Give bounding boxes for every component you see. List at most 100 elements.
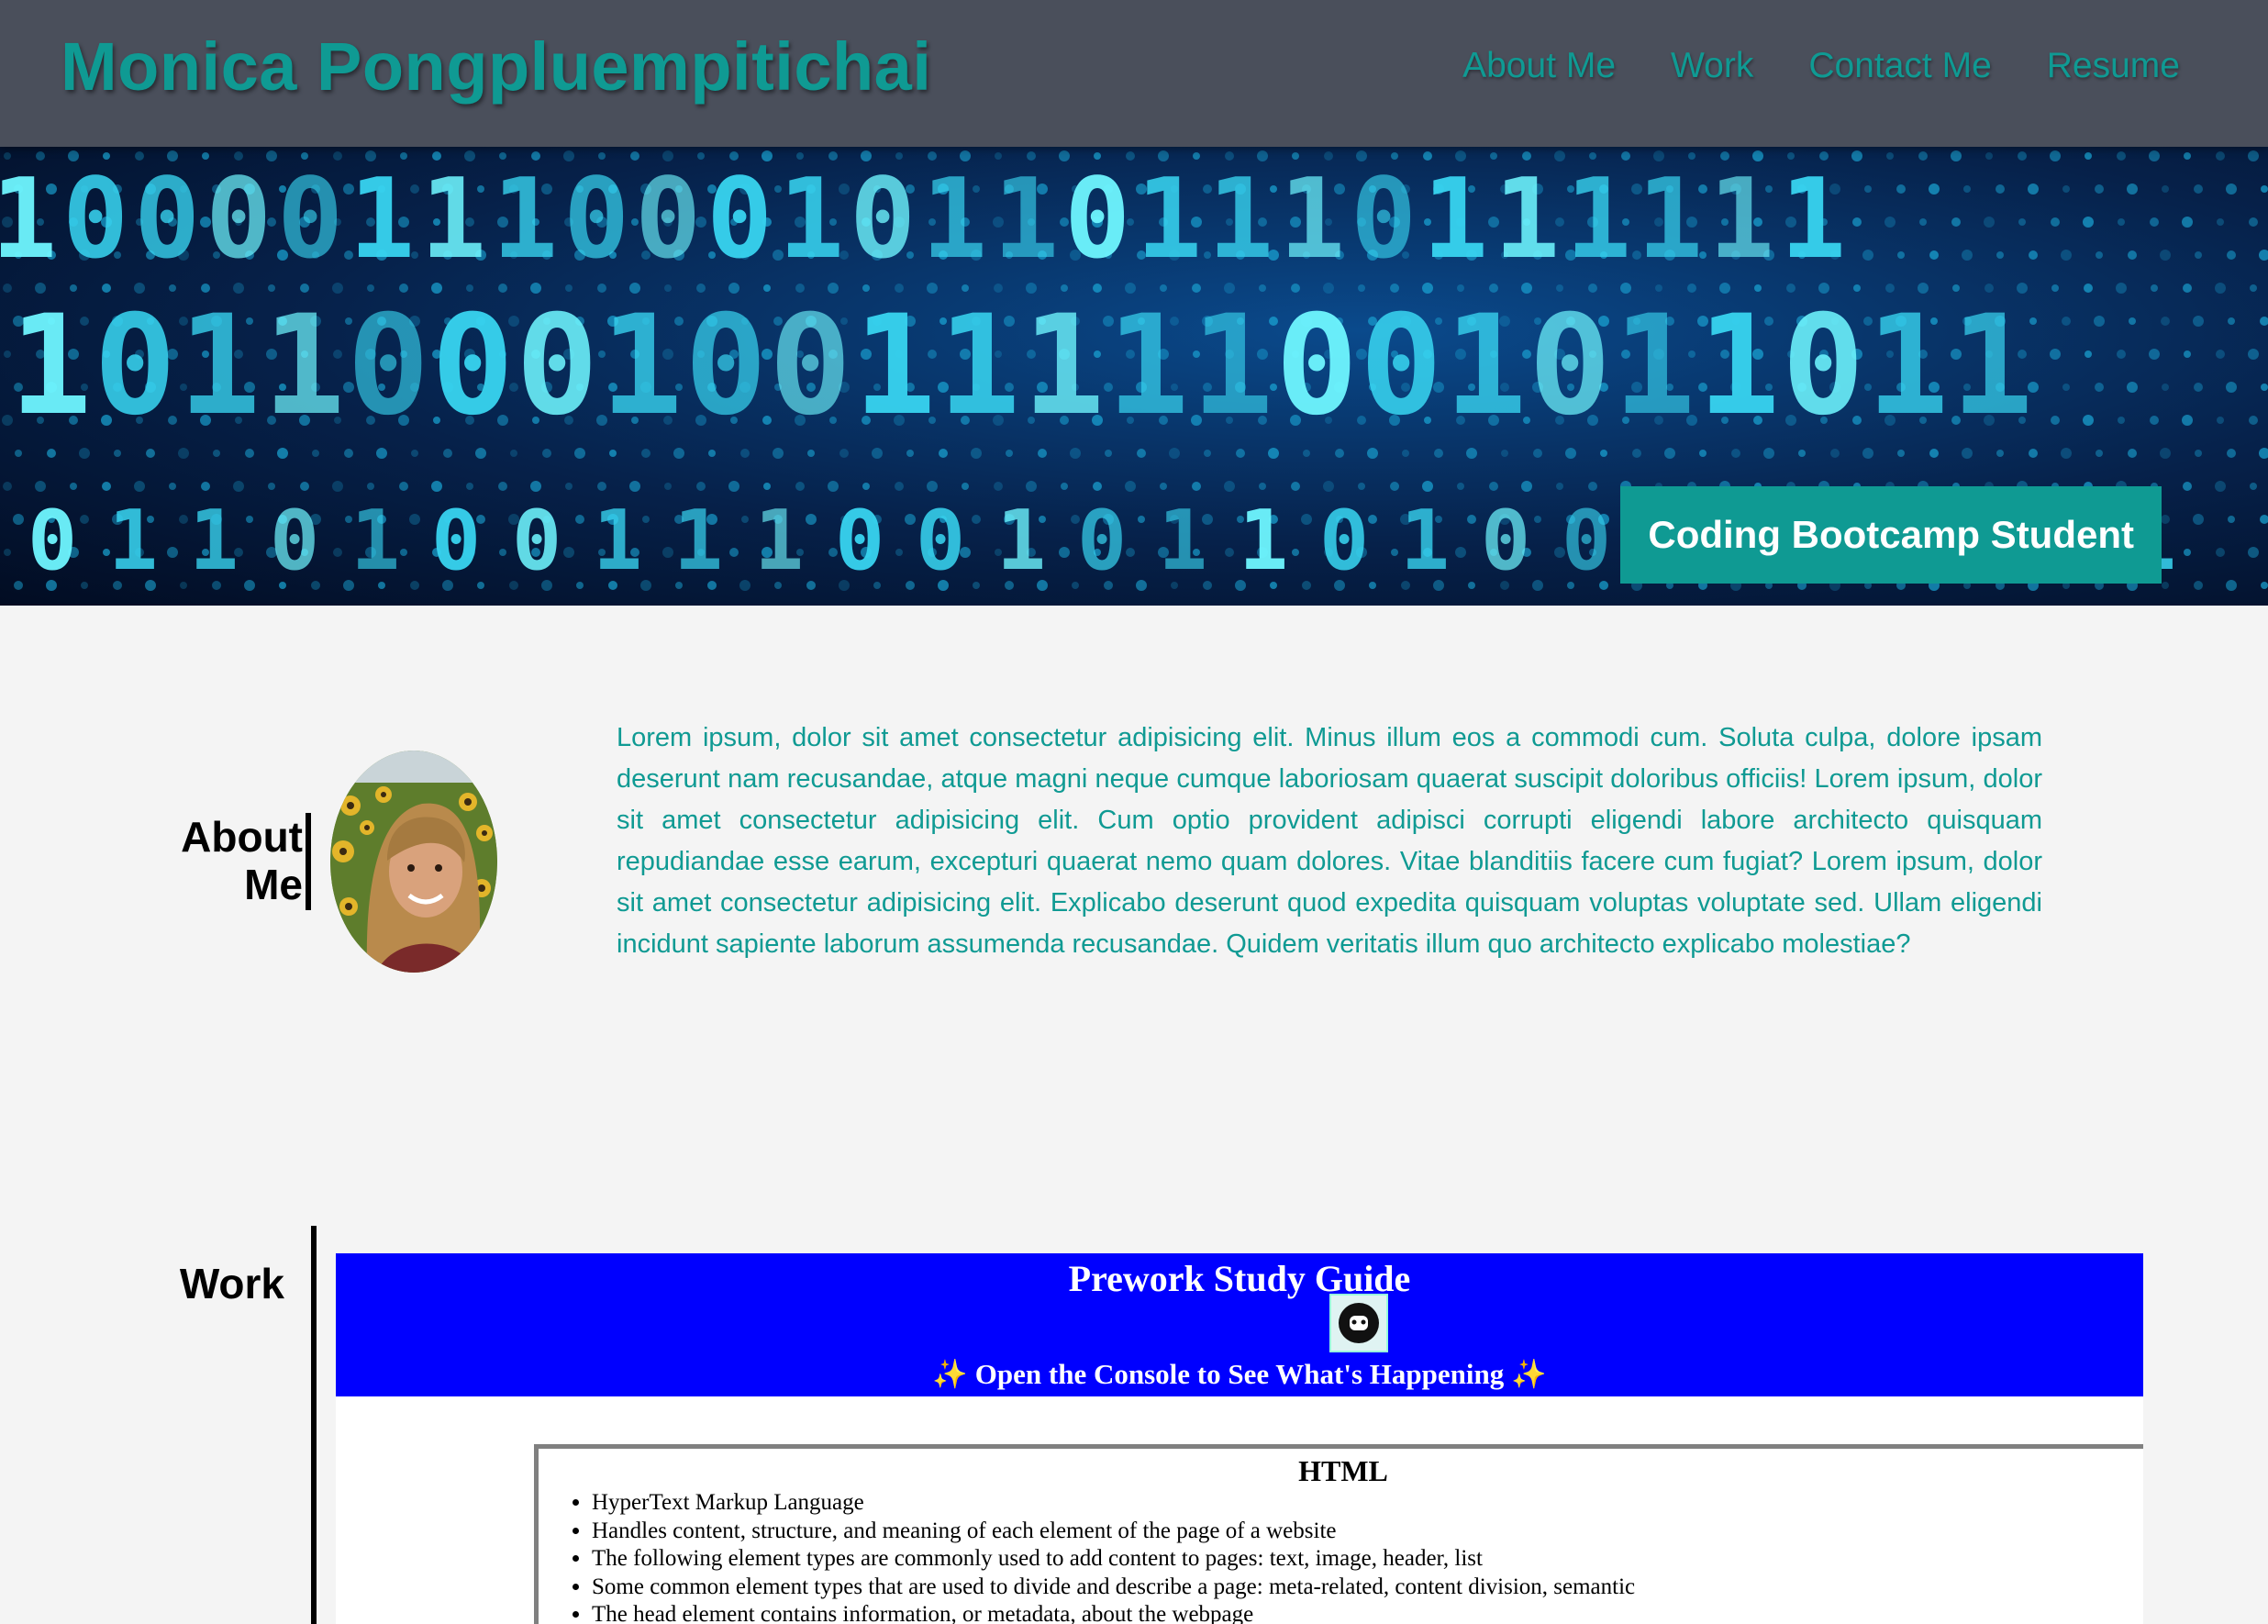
svg-text:1: 1 [938,286,1020,446]
svg-text:0: 0 [769,286,851,446]
svg-text:0: 0 [1782,286,1864,446]
svg-text:0: 0 [431,493,481,589]
list-item: The following element types are commonly… [592,1545,1635,1574]
list-item: The head element contains information, o… [592,1601,1635,1624]
svg-text:1: 1 [1780,156,1846,284]
svg-text:0: 0 [1319,493,1369,589]
svg-text:1: 1 [600,286,683,446]
hero-banner: 1000011100010110111011111110110001001111… [0,147,2268,606]
svg-text:1: 1 [262,286,345,446]
nav-about-me[interactable]: About Me [1462,46,1616,86]
svg-text:0: 0 [270,493,319,589]
svg-text:1: 1 [1494,156,1560,284]
about-heading: About Me [92,813,303,908]
svg-text:1: 1 [1136,156,1202,284]
about-paragraph: Lorem ipsum, dolor sit amet consectetur … [617,723,2042,959]
svg-text:1: 1 [1158,493,1207,589]
nav-resume[interactable]: Resume [2047,46,2180,86]
svg-text:0: 0 [28,493,77,589]
site-title[interactable]: Monica Pongpluempitichai [61,28,931,106]
svg-text:0: 0 [850,156,916,284]
svg-text:1: 1 [996,493,1046,589]
svg-text:1: 1 [1951,286,2033,446]
svg-text:1: 1 [993,156,1059,284]
svg-text:1: 1 [1422,156,1488,284]
svg-text:0: 0 [512,493,561,589]
main-nav: About Me Work Contact Me Resume [1462,46,2180,86]
svg-text:0: 0 [563,156,629,284]
svg-text:0: 0 [1360,286,1442,446]
svg-text:1: 1 [673,493,723,589]
svg-text:0: 0 [1351,156,1417,284]
svg-text:0: 0 [1077,493,1127,589]
svg-text:0: 0 [277,156,343,284]
svg-text:1: 1 [1279,156,1345,284]
about-heading-line1: About [181,813,303,861]
profile-photo [330,751,497,973]
svg-text:1: 1 [1866,286,1949,446]
svg-text:1: 1 [420,156,486,284]
list-item: Some common element types that are used … [592,1574,1635,1602]
svg-text:1: 1 [778,156,844,284]
svg-text:1: 1 [1191,286,1273,446]
html-card-title: HTML [1298,1454,1388,1487]
svg-text:0: 0 [684,286,767,446]
svg-text:1: 1 [1022,286,1105,446]
svg-text:1: 1 [1106,286,1189,446]
svg-text:1: 1 [108,493,158,589]
svg-text:0: 0 [206,156,272,284]
nav-contact-me[interactable]: Contact Me [1808,46,1991,86]
project-banner: Prework Study Guide ✨ Open the Console t… [336,1253,2143,1396]
svg-text:1: 1 [1613,286,1695,446]
svg-text:0: 0 [1562,493,1611,589]
svg-text:1: 1 [1565,156,1631,284]
svg-text:0: 0 [134,156,200,284]
svg-text:1: 1 [1444,286,1527,446]
about-heading-line2: Me [244,861,303,908]
site-header: Monica Pongpluempitichai About Me Work C… [0,0,2268,147]
svg-text:0: 0 [916,493,965,589]
svg-text:1: 1 [1207,156,1273,284]
svg-text:0: 0 [706,156,773,284]
nav-work[interactable]: Work [1671,46,1753,86]
svg-text:1: 1 [754,493,804,589]
svg-text:1: 1 [349,156,415,284]
svg-text:0: 0 [516,286,598,446]
svg-text:1: 1 [853,286,936,446]
svg-text:1: 1 [0,156,57,284]
svg-text:1: 1 [1400,493,1450,589]
svg-text:1: 1 [492,156,558,284]
cat-logo-icon [1329,1294,1388,1352]
svg-text:1: 1 [1239,493,1288,589]
svg-text:1: 1 [9,286,92,446]
svg-text:0: 0 [635,156,701,284]
svg-text:1: 1 [921,156,987,284]
svg-text:0: 0 [1529,286,1611,446]
work-divider [311,1226,317,1624]
project-title: Prework Study Guide [1068,1258,1411,1299]
html-notes-card: HTML HyperText Markup Language Handles c… [534,1444,2143,1624]
svg-text:1: 1 [1697,286,1780,446]
about-divider [306,813,311,910]
hero-tagline-badge: Coding Bootcamp Student [1620,486,2162,584]
list-item: Handles content, structure, and meaning … [592,1518,1635,1546]
svg-text:0: 0 [1481,493,1530,589]
svg-text:0: 0 [94,286,176,446]
svg-text:1: 1 [189,493,239,589]
list-item: HyperText Markup Language [592,1489,1635,1518]
svg-text:0: 0 [347,286,429,446]
project-subtitle: ✨ Open the Console to See What's Happeni… [932,1358,1547,1390]
project-card-prework-study-guide[interactable]: Prework Study Guide ✨ Open the Console t… [336,1253,2143,1624]
svg-text:1: 1 [178,286,261,446]
svg-text:1: 1 [1637,156,1703,284]
svg-text:1: 1 [350,493,400,589]
svg-text:1: 1 [1708,156,1774,284]
work-heading: Work [179,1260,284,1307]
svg-text:0: 0 [1064,156,1130,284]
svg-text:0: 0 [62,156,128,284]
html-notes-list: HyperText Markup Language Handles conten… [592,1489,1635,1624]
svg-text:0: 0 [1275,286,1358,446]
svg-text:0: 0 [835,493,884,589]
svg-text:0: 0 [431,286,514,446]
svg-text:1: 1 [593,493,642,589]
